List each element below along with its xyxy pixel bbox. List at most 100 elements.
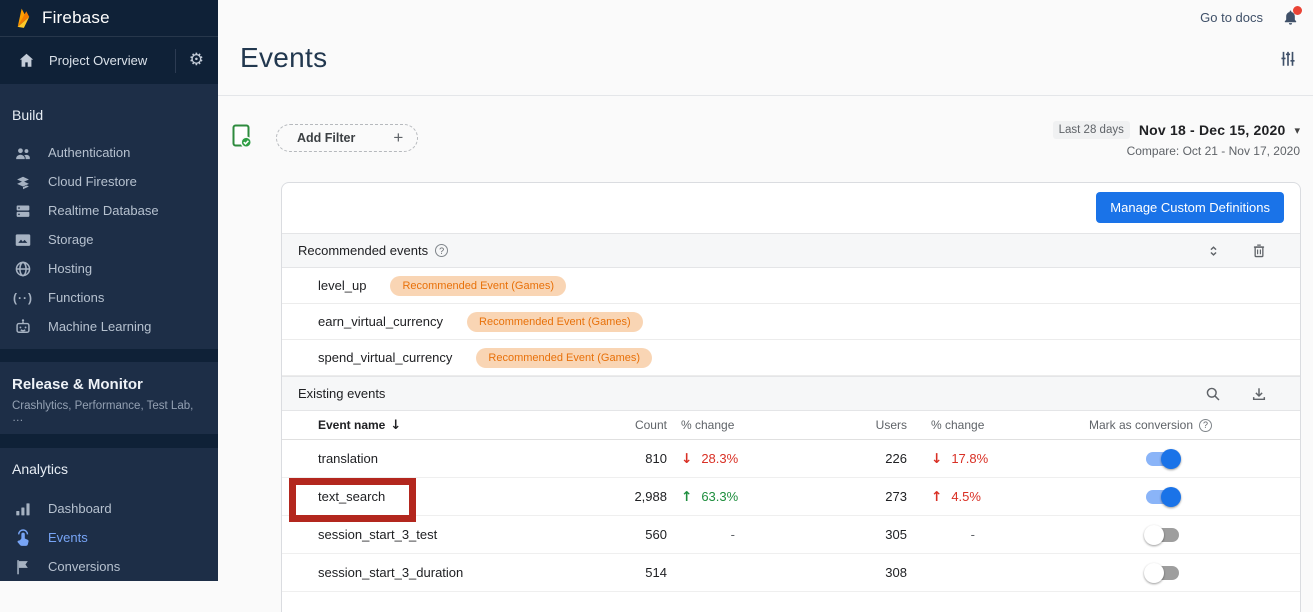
sidebar-item-dashboard[interactable]: Dashboard	[0, 494, 218, 523]
divider	[175, 49, 176, 73]
count-value: 514	[582, 565, 667, 580]
event-name: session_start_3_duration	[282, 565, 582, 580]
firestore-icon	[12, 172, 34, 192]
toggle-knob	[1144, 525, 1164, 545]
sidebar-item-hosting[interactable]: Hosting	[0, 254, 218, 283]
count-change-value: 28.3%	[701, 451, 738, 466]
column-count[interactable]: Count	[582, 418, 667, 432]
chevron-down-icon: ▾	[1294, 124, 1300, 137]
conversions-icon	[12, 557, 34, 577]
card-toolbar: Manage Custom Definitions	[282, 183, 1300, 233]
functions-icon: (··)	[12, 291, 34, 305]
sidebar-item-realtime-database[interactable]: Realtime Database	[0, 196, 218, 225]
count-value: 810	[582, 451, 667, 466]
add-filter-label: Add Filter	[297, 131, 355, 145]
recommended-badge: Recommended Event (Games)	[390, 276, 566, 296]
conversion-toggle[interactable]	[1144, 525, 1181, 545]
trend-down-icon: ↓	[681, 451, 692, 467]
sidebar-item-authentication[interactable]: Authentication	[0, 138, 218, 167]
table-header: Event name ↓ Count % change Users % chan…	[282, 411, 1300, 440]
sidebar-section-build: Build Authentication Cloud Firestore	[0, 84, 218, 349]
toggle-knob	[1144, 563, 1164, 583]
main-content: Go to docs Events Add Filter	[218, 0, 1313, 569]
expand-collapse-icon[interactable]	[1205, 242, 1222, 260]
manage-custom-definitions-button[interactable]: Manage Custom Definitions	[1096, 192, 1284, 223]
sidebar-item-cloud-firestore[interactable]: Cloud Firestore	[0, 167, 218, 196]
hosting-icon	[12, 259, 34, 279]
release-monitor-label: Release & Monitor	[12, 376, 206, 394]
count-value: 2,988	[582, 489, 667, 504]
conversion-toggle[interactable]	[1144, 563, 1181, 583]
users-change-value: 17.8%	[951, 451, 988, 466]
recommended-event-row: spend_virtual_currency Recommended Event…	[282, 340, 1300, 376]
event-name: translation	[282, 451, 582, 466]
users-value: 305	[747, 527, 907, 542]
authentication-icon	[12, 143, 34, 163]
sidebar: Firebase Project Overview ⚙ Build Authen…	[0, 0, 218, 569]
events-card: Manage Custom Definitions Recommended ev…	[281, 182, 1301, 612]
sort-descending-icon[interactable]: ↓	[390, 418, 401, 433]
realtime-database-icon	[12, 201, 34, 221]
download-icon[interactable]	[1250, 385, 1268, 403]
column-count-change[interactable]: % change	[667, 418, 747, 432]
delete-icon[interactable]	[1250, 242, 1268, 260]
project-overview-label: Project Overview	[49, 53, 162, 68]
sidebar-item-project-overview[interactable]: Project Overview ⚙	[0, 36, 218, 84]
table-row: text_search 2,988 ↑ 63.3% 273 ↑ 4.5%	[282, 478, 1300, 516]
column-event-name[interactable]: Event name	[318, 418, 385, 432]
sidebar-section-release-monitor[interactable]: Release & Monitor Crashlytics, Performan…	[0, 362, 218, 434]
build-section-label: Build	[0, 106, 218, 138]
gear-icon[interactable]: ⚙	[189, 52, 204, 69]
date-range-label: Nov 18 - Dec 15, 2020	[1139, 122, 1286, 138]
sidebar-item-machine-learning[interactable]: Machine Learning	[0, 312, 218, 341]
sidebar-item-label: Cloud Firestore	[48, 174, 137, 189]
recommended-events-header: Recommended events ?	[282, 233, 1300, 268]
existing-events-header: Existing events	[282, 376, 1300, 411]
date-range-selector[interactable]: Last 28 days Nov 18 - Dec 15, 2020 ▾ Com…	[1053, 121, 1300, 158]
toggle-knob	[1161, 449, 1181, 469]
sidebar-item-conversions[interactable]: Conversions	[0, 552, 218, 581]
table-row: translation 810 ↓ 28.3% 226 ↓ 17.8%	[282, 440, 1300, 478]
sidebar-item-label: Storage	[48, 232, 94, 247]
help-icon[interactable]: ?	[435, 244, 448, 257]
search-icon[interactable]	[1204, 385, 1222, 403]
trend-up-icon: ↑	[681, 489, 692, 505]
firebase-brand[interactable]: Firebase	[0, 0, 218, 36]
add-filter-button[interactable]: Add Filter +	[276, 124, 418, 152]
conversion-toggle[interactable]	[1144, 487, 1181, 507]
sidebar-item-events[interactable]: Events	[0, 523, 218, 552]
event-name: text_search	[282, 489, 582, 504]
machine-learning-icon	[12, 317, 34, 337]
recommended-event-row: level_up Recommended Event (Games)	[282, 268, 1300, 304]
sidebar-item-label: Hosting	[48, 261, 92, 276]
existing-events-title: Existing events	[298, 386, 385, 401]
column-users-change[interactable]: % change	[907, 418, 987, 432]
segment-check-icon[interactable]	[232, 124, 253, 151]
conversion-toggle[interactable]	[1144, 449, 1181, 469]
help-icon[interactable]: ?	[1199, 419, 1212, 432]
sidebar-item-label: Authentication	[48, 145, 130, 160]
trend-up-icon: ↑	[931, 489, 942, 505]
users-value: 226	[747, 451, 907, 466]
storage-icon	[12, 230, 34, 250]
sidebar-item-storage[interactable]: Storage	[0, 225, 218, 254]
table-row-partial: session_start_3_duration 514 308	[282, 554, 1300, 592]
sidebar-item-label: Functions	[48, 290, 104, 305]
event-name: session_start_3_test	[282, 527, 582, 542]
home-icon	[17, 51, 36, 70]
sidebar-item-label: Realtime Database	[48, 203, 159, 218]
count-change-value: 63.3%	[701, 489, 738, 504]
firebase-logo-icon	[15, 6, 32, 30]
count-value: 560	[582, 527, 667, 542]
table-row: session_start_3_test 560 - 305 -	[282, 516, 1300, 554]
users-value: 308	[747, 565, 907, 580]
sidebar-item-functions[interactable]: (··) Functions	[0, 283, 218, 312]
users-change-value: 4.5%	[951, 489, 981, 504]
tune-filters-icon[interactable]	[1279, 49, 1297, 67]
trend-down-icon: ↓	[931, 451, 942, 467]
page-header: Events	[218, 0, 1313, 96]
filter-bar: Add Filter + Last 28 days Nov 18 - Dec 1…	[232, 121, 1300, 163]
page-title: Events	[240, 42, 327, 74]
events-icon	[12, 528, 34, 548]
column-users[interactable]: Users	[747, 418, 907, 432]
